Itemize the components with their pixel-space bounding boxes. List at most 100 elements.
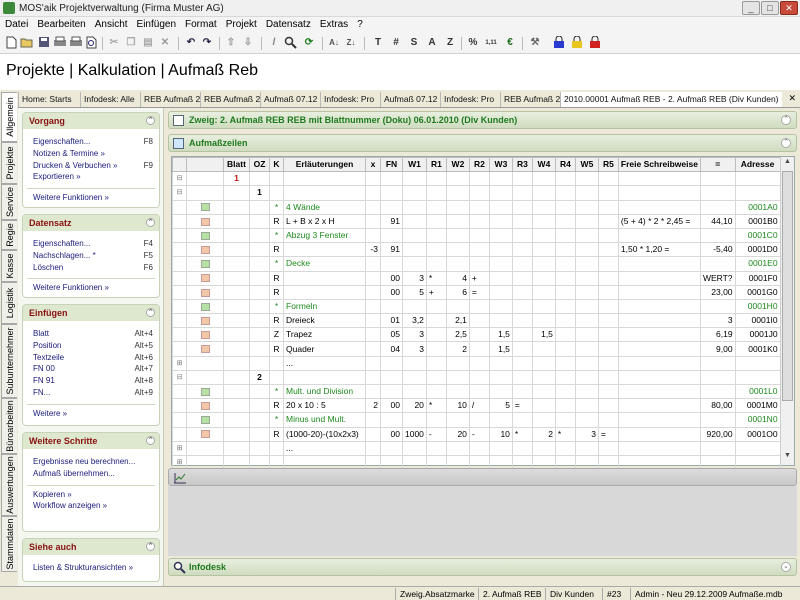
cell-w4[interactable]: [531, 284, 556, 300]
cell-w1[interactable]: [402, 383, 427, 400]
cell-w2[interactable]: 2: [445, 341, 470, 357]
cell-adresse[interactable]: 0001K0: [734, 341, 781, 357]
menu-projekt[interactable]: Projekt: [221, 17, 261, 30]
column-header[interactable]: W5: [574, 156, 599, 173]
cell-r3[interactable]: *: [511, 426, 533, 442]
cell-erläuterungen[interactable]: Mult. und Division: [283, 383, 366, 400]
close-tab-icon[interactable]: ✕: [788, 93, 796, 104]
cell-erläuterungen[interactable]: [283, 369, 366, 386]
vtab-regie[interactable]: Regie: [1, 220, 17, 250]
cell-x[interactable]: [365, 171, 381, 187]
cell-blatt[interactable]: [223, 242, 250, 258]
cell-oz[interactable]: [249, 426, 270, 442]
cell-r2[interactable]: [468, 256, 490, 272]
cell-w1[interactable]: [402, 355, 427, 371]
cell-x[interactable]: [365, 185, 381, 201]
cell-x[interactable]: [365, 270, 381, 286]
cell-k[interactable]: [269, 355, 284, 371]
task-link[interactable]: Ergebnisse neu berechnen...: [23, 457, 159, 469]
collapse-icon[interactable]: ⌃: [146, 308, 155, 317]
cell-freie-schreibweise[interactable]: [617, 341, 701, 357]
cell-freie-schreibweise[interactable]: [617, 440, 701, 456]
cell-adresse[interactable]: [734, 369, 781, 386]
cell--[interactable]: [699, 227, 736, 244]
decimal-icon[interactable]: 1,11: [483, 36, 499, 50]
cell-r1[interactable]: [425, 440, 447, 456]
cell-r2[interactable]: [468, 298, 490, 315]
cell-w5[interactable]: [574, 270, 599, 286]
cell-erläuterungen[interactable]: Dreieck: [283, 313, 366, 329]
row-marker[interactable]: [186, 284, 224, 300]
cell-r4[interactable]: *: [554, 426, 576, 442]
cell-w2[interactable]: 2,5: [445, 327, 470, 343]
cell-w1[interactable]: 3: [402, 327, 427, 343]
cell-w5[interactable]: [574, 199, 599, 215]
table-row[interactable]: * 4 Wände 0001A0: [172, 199, 781, 215]
cell-freie-schreibweise[interactable]: [617, 185, 701, 201]
cell-oz[interactable]: [249, 313, 270, 329]
cell-w3[interactable]: [488, 242, 513, 258]
copy-icon[interactable]: ❐: [124, 36, 138, 50]
doc-tab[interactable]: Home: Starts: [18, 92, 80, 107]
cell-w4[interactable]: [531, 199, 556, 215]
cell-r4[interactable]: [554, 398, 576, 414]
cell-w1[interactable]: [402, 298, 427, 315]
cell-oz[interactable]: 2: [249, 369, 270, 386]
column-header[interactable]: R1: [425, 156, 447, 173]
cell-w1[interactable]: [402, 369, 427, 386]
cell-fn[interactable]: 00: [380, 398, 403, 414]
cell-r2[interactable]: [468, 171, 490, 187]
cell-erläuterungen[interactable]: 4 Wände: [283, 199, 366, 215]
column-header[interactable]: Freie Schreibweise: [617, 156, 701, 173]
tree-toggle-icon[interactable]: [172, 270, 187, 286]
cell-r5[interactable]: [597, 213, 619, 229]
cell-blatt[interactable]: [223, 298, 250, 315]
cell-blatt[interactable]: [223, 398, 250, 414]
cell-erläuterungen[interactable]: Abzug 3 Fenster: [283, 227, 366, 244]
vtab-subunternehmer[interactable]: Subunternehmer: [1, 324, 17, 398]
cell-w3[interactable]: [488, 412, 513, 428]
cell-r4[interactable]: [554, 412, 576, 428]
cell-r3[interactable]: [511, 270, 533, 286]
collapse-icon[interactable]: ⌃: [781, 115, 791, 125]
vtab-service[interactable]: Service: [1, 184, 17, 220]
task-link[interactable]: Kopieren »: [23, 490, 159, 502]
edit-pen-icon[interactable]: /: [267, 36, 281, 50]
cell-erläuterungen[interactable]: Quader: [283, 341, 366, 357]
cell-w1[interactable]: 1000: [402, 426, 427, 442]
task-link[interactable]: Nachschlagen... * F5: [23, 251, 159, 263]
cell-r2[interactable]: +: [468, 270, 490, 286]
collapse-icon[interactable]: ⌃: [146, 116, 155, 125]
cell-fn[interactable]: [380, 185, 403, 201]
table-row[interactable]: * Minus und Mult. 0001N0: [172, 412, 781, 428]
cell-w1[interactable]: 3: [402, 341, 427, 357]
tools-icon[interactable]: ⚒: [528, 36, 542, 50]
cell-r4[interactable]: [554, 327, 576, 343]
cell-w1[interactable]: [402, 242, 427, 258]
insert-link[interactable]: Position Alt+5: [23, 341, 159, 353]
cell-x[interactable]: [365, 383, 381, 400]
cell-w2[interactable]: [445, 383, 470, 400]
cell--[interactable]: [699, 185, 736, 201]
vtab-auswertungen[interactable]: Auswertungen: [1, 454, 17, 516]
task-link[interactable]: Exportieren »: [23, 172, 159, 184]
cell-w4[interactable]: [531, 355, 556, 371]
cell-blatt[interactable]: [223, 270, 250, 286]
cell-w4[interactable]: [531, 398, 556, 414]
cell-r3[interactable]: [511, 298, 533, 315]
table-row[interactable]: * Decke 0001E0: [172, 256, 781, 272]
cell-x[interactable]: [365, 227, 381, 244]
menu-datei[interactable]: Datei: [0, 17, 32, 30]
table-row[interactable]: RL + B x 2 x H 91 (5 + 4) * 2 * 2,45 = 44,1…: [172, 213, 781, 229]
task-link[interactable]: Eigenschaften... F4: [23, 239, 159, 251]
cell-w2[interactable]: [445, 256, 470, 272]
cell-w1[interactable]: [402, 171, 427, 187]
cell-freie-schreibweise[interactable]: [617, 327, 701, 343]
cell-w4[interactable]: 1,5: [531, 327, 556, 343]
cell-w3[interactable]: 1,5: [488, 327, 513, 343]
cell-w3[interactable]: [488, 383, 513, 400]
cell-r3[interactable]: [511, 327, 533, 343]
cell-r1[interactable]: [425, 185, 447, 201]
cell-r3[interactable]: [511, 256, 533, 272]
row-marker[interactable]: [186, 341, 224, 357]
